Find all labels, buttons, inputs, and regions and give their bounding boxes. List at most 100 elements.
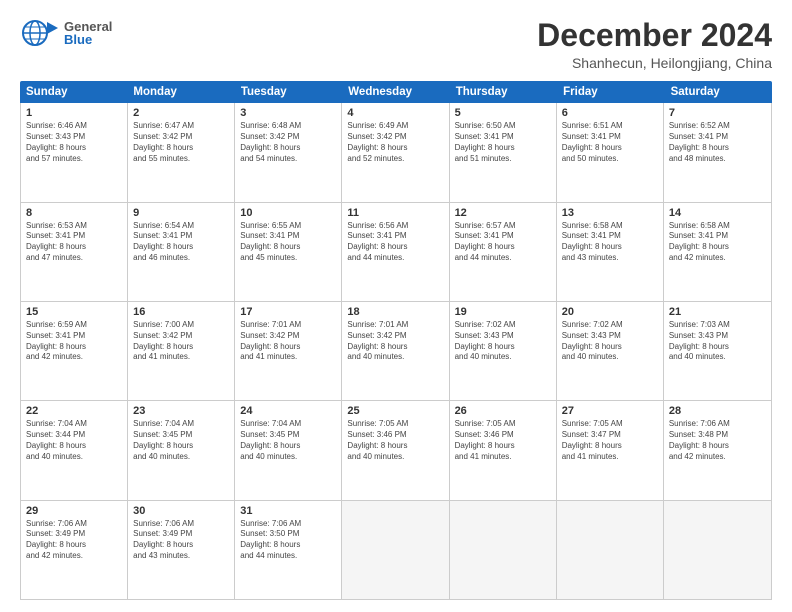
cell-info: Sunrise: 6:59 AMSunset: 3:41 PMDaylight:… (26, 320, 122, 363)
cal-cell: 30Sunrise: 7:06 AMSunset: 3:49 PMDayligh… (128, 501, 235, 599)
cal-cell: 2 Sunrise: 6:47 AMSunset: 3:42 PMDaylight… (128, 103, 235, 201)
cell-info: Sunrise: 6:54 AMSunset: 3:41 PMDaylight:… (133, 221, 229, 264)
cal-cell: 14 Sunrise: 6:58 AMSunset: 3:41 PMDayligh… (664, 203, 771, 301)
cal-cell: 19 Sunrise: 7:02 AMSunset: 3:43 PMDayligh… (450, 302, 557, 400)
cal-cell (450, 501, 557, 599)
cal-cell: 24 Sunrise: 7:04 AMSunset: 3:45 PMDayligh… (235, 401, 342, 499)
cal-cell: 16 Sunrise: 7:00 AMSunset: 3:42 PMDayligh… (128, 302, 235, 400)
day-number: 21 (669, 306, 766, 318)
cell-info: Sunrise: 7:05 AMSunset: 3:46 PMDaylight:… (347, 419, 443, 462)
cell-info: Sunrise: 7:01 AMSunset: 3:42 PMDaylight:… (347, 320, 443, 363)
cell-info: Sunrise: 6:53 AMSunset: 3:41 PMDaylight:… (26, 221, 122, 264)
cal-cell: 7Sunrise: 6:52 AMSunset: 3:41 PMDaylight… (664, 103, 771, 201)
cell-info: Sunrise: 7:04 AMSunset: 3:45 PMDaylight:… (133, 419, 229, 462)
logo-blue-text: Blue (64, 33, 112, 46)
cal-cell: 18 Sunrise: 7:01 AMSunset: 3:42 PMDayligh… (342, 302, 449, 400)
day-number: 30 (133, 505, 229, 517)
cal-header-sunday: Sunday (20, 81, 127, 103)
day-number: 1 (26, 107, 122, 119)
cal-cell: 5 Sunrise: 6:50 AMSunset: 3:41 PMDaylight… (450, 103, 557, 201)
calendar-body: 1 Sunrise: 6:46 AMSunset: 3:43 PMDaylight… (20, 103, 772, 600)
cell-info: Sunrise: 6:57 AMSunset: 3:41 PMDaylight:… (455, 221, 551, 264)
day-number: 11 (347, 207, 443, 219)
cal-cell (342, 501, 449, 599)
title-block: December 2024 Shanhecun, Heilongjiang, C… (537, 18, 772, 71)
logo-icon (20, 18, 60, 48)
cal-row-2: 8 Sunrise: 6:53 AMSunset: 3:41 PMDaylight… (21, 203, 771, 302)
cell-info: Sunrise: 7:06 AMSunset: 3:48 PMDaylight:… (669, 419, 766, 462)
day-number: 27 (562, 405, 658, 417)
cal-row-4: 22Sunrise: 7:04 AMSunset: 3:44 PMDayligh… (21, 401, 771, 500)
cell-info: Sunrise: 6:50 AMSunset: 3:41 PMDaylight:… (455, 121, 551, 164)
cal-cell: 23 Sunrise: 7:04 AMSunset: 3:45 PMDayligh… (128, 401, 235, 499)
day-number: 28 (669, 405, 766, 417)
day-number: 17 (240, 306, 336, 318)
cell-info: Sunrise: 6:48 AMSunset: 3:42 PMDaylight:… (240, 121, 336, 164)
day-number: 15 (26, 306, 122, 318)
day-number: 2 (133, 107, 229, 119)
day-number: 16 (133, 306, 229, 318)
cell-info: Sunrise: 6:56 AMSunset: 3:41 PMDaylight:… (347, 221, 443, 264)
day-number: 3 (240, 107, 336, 119)
cell-info: Sunrise: 6:55 AMSunset: 3:41 PMDaylight:… (240, 221, 336, 264)
logo: General Blue (20, 18, 112, 48)
cell-info: Sunrise: 6:58 AMSunset: 3:41 PMDaylight:… (669, 221, 766, 264)
cal-cell: 4Sunrise: 6:49 AMSunset: 3:42 PMDaylight… (342, 103, 449, 201)
day-number: 18 (347, 306, 443, 318)
day-number: 31 (240, 505, 336, 517)
calendar: SundayMondayTuesdayWednesdayThursdayFrid… (20, 81, 772, 600)
logo-text: General Blue (64, 20, 112, 46)
day-number: 13 (562, 207, 658, 219)
cal-row-3: 15 Sunrise: 6:59 AMSunset: 3:41 PMDayligh… (21, 302, 771, 401)
month-title: December 2024 (537, 18, 772, 53)
page: General Blue December 2024 Shanhecun, He… (0, 0, 792, 612)
cell-info: Sunrise: 7:01 AMSunset: 3:42 PMDaylight:… (240, 320, 336, 363)
cal-header-thursday: Thursday (450, 81, 557, 103)
cell-info: Sunrise: 7:05 AMSunset: 3:46 PMDaylight:… (455, 419, 551, 462)
cell-info: Sunrise: 7:06 AMSunset: 3:50 PMDaylight:… (240, 519, 336, 562)
cal-cell: 26 Sunrise: 7:05 AMSunset: 3:46 PMDayligh… (450, 401, 557, 499)
day-number: 6 (562, 107, 658, 119)
cell-info: Sunrise: 6:52 AMSunset: 3:41 PMDaylight:… (669, 121, 766, 164)
day-number: 14 (669, 207, 766, 219)
cell-info: Sunrise: 7:02 AMSunset: 3:43 PMDaylight:… (562, 320, 658, 363)
day-number: 23 (133, 405, 229, 417)
day-number: 24 (240, 405, 336, 417)
cal-header-tuesday: Tuesday (235, 81, 342, 103)
day-number: 8 (26, 207, 122, 219)
cell-info: Sunrise: 7:00 AMSunset: 3:42 PMDaylight:… (133, 320, 229, 363)
cell-info: Sunrise: 6:58 AMSunset: 3:41 PMDaylight:… (562, 221, 658, 264)
day-number: 20 (562, 306, 658, 318)
day-number: 12 (455, 207, 551, 219)
cal-header-saturday: Saturday (665, 81, 772, 103)
cal-row-5: 29 Sunrise: 7:06 AMSunset: 3:49 PMDayligh… (21, 501, 771, 599)
day-number: 25 (347, 405, 443, 417)
day-number: 10 (240, 207, 336, 219)
cal-header-monday: Monday (127, 81, 234, 103)
cell-info: Sunrise: 6:47 AMSunset: 3:42 PMDaylight:… (133, 121, 229, 164)
cal-cell: 3 Sunrise: 6:48 AMSunset: 3:42 PMDaylight… (235, 103, 342, 201)
cell-info: Sunrise: 6:46 AMSunset: 3:43 PMDaylight:… (26, 121, 122, 164)
cal-cell: 17 Sunrise: 7:01 AMSunset: 3:42 PMDayligh… (235, 302, 342, 400)
cal-cell: 9Sunrise: 6:54 AMSunset: 3:41 PMDaylight… (128, 203, 235, 301)
cell-info: Sunrise: 7:04 AMSunset: 3:44 PMDaylight:… (26, 419, 122, 462)
cal-cell: 20 Sunrise: 7:02 AMSunset: 3:43 PMDayligh… (557, 302, 664, 400)
cal-cell: 10 Sunrise: 6:55 AMSunset: 3:41 PMDayligh… (235, 203, 342, 301)
day-number: 26 (455, 405, 551, 417)
cell-info: Sunrise: 7:04 AMSunset: 3:45 PMDaylight:… (240, 419, 336, 462)
cal-cell: 25 Sunrise: 7:05 AMSunset: 3:46 PMDayligh… (342, 401, 449, 499)
cal-cell: 29 Sunrise: 7:06 AMSunset: 3:49 PMDayligh… (21, 501, 128, 599)
cell-info: Sunrise: 6:49 AMSunset: 3:42 PMDaylight:… (347, 121, 443, 164)
cal-cell: 31 Sunrise: 7:06 AMSunset: 3:50 PMDayligh… (235, 501, 342, 599)
cal-cell: 22Sunrise: 7:04 AMSunset: 3:44 PMDayligh… (21, 401, 128, 499)
cell-info: Sunrise: 7:06 AMSunset: 3:49 PMDaylight:… (26, 519, 122, 562)
calendar-header: SundayMondayTuesdayWednesdayThursdayFrid… (20, 81, 772, 103)
cal-header-friday: Friday (557, 81, 664, 103)
day-number: 5 (455, 107, 551, 119)
cal-cell (664, 501, 771, 599)
cell-info: Sunrise: 7:02 AMSunset: 3:43 PMDaylight:… (455, 320, 551, 363)
day-number: 29 (26, 505, 122, 517)
cal-cell: 13 Sunrise: 6:58 AMSunset: 3:41 PMDayligh… (557, 203, 664, 301)
cal-row-1: 1 Sunrise: 6:46 AMSunset: 3:43 PMDaylight… (21, 103, 771, 202)
day-number: 19 (455, 306, 551, 318)
